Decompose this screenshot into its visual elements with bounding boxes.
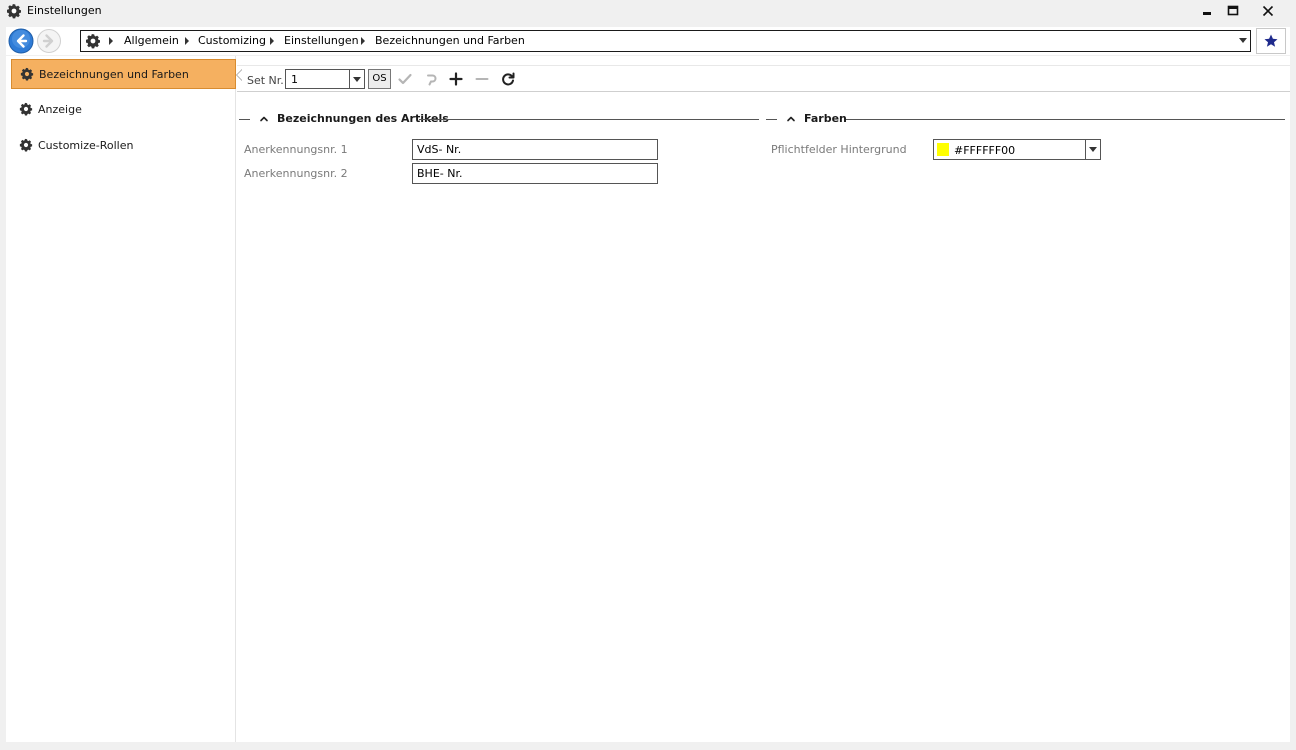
group-header-articles: Bezeichnungen des Artikels <box>239 111 759 127</box>
group-header-colors: Farben <box>766 111 1285 127</box>
toolbar: Set Nr. 1 OS <box>237 65 1290 92</box>
breadcrumb-item-customizing[interactable]: Customizing <box>198 34 266 47</box>
color-value: #FFFFFF00 <box>954 144 1016 157</box>
sidebar-item-label: Bezeichnungen und Farben <box>39 68 189 81</box>
maximize-button[interactable] <box>1218 0 1248 22</box>
gear-icon <box>20 67 34 81</box>
background-color-picker[interactable]: #FFFFFF00 <box>933 139 1101 160</box>
divider <box>419 119 759 120</box>
chevron-down-icon[interactable] <box>1239 38 1247 43</box>
sidebar-item-bezeichnungen-und-farben[interactable]: Bezeichnungen und Farben <box>11 59 242 89</box>
breadcrumb-item-allgemein[interactable]: Allgemein <box>124 34 179 47</box>
gear-icon <box>86 34 100 49</box>
back-button[interactable] <box>8 28 34 54</box>
anerkennungsnr-2-input[interactable] <box>412 163 658 184</box>
maximize-icon <box>1227 5 1239 16</box>
sidebar-item-label: Customize-Rollen <box>38 139 134 152</box>
main-panel: Bezeichnungen und Farben Anzeige Customi… <box>6 56 1290 742</box>
set-nr-label: Set Nr. <box>247 74 284 87</box>
close-icon <box>1262 5 1274 17</box>
set-nr-value: 1 <box>291 73 298 86</box>
forward-arrow-icon <box>37 29 61 53</box>
sidebar: Bezeichnungen und Farben Anzeige Customi… <box>6 56 242 742</box>
chevron-down-icon[interactable] <box>1085 140 1100 159</box>
color-swatch <box>937 143 949 156</box>
chevron-right-icon <box>185 37 189 45</box>
chevron-right-icon <box>109 37 113 45</box>
navigation-bar: Allgemein Customizing Einstellungen Beze… <box>6 27 1290 55</box>
field-label-pflichtfelder-hintergrund: Pflichtfelder Hintergrund <box>771 143 907 156</box>
star-icon <box>1264 34 1278 47</box>
window-title: Einstellungen <box>27 4 102 17</box>
sidebar-item-customize-rollen[interactable]: Customize-Rollen <box>11 130 236 160</box>
gear-icon <box>19 102 33 116</box>
anerkennungsnr-1-input[interactable] <box>412 139 658 160</box>
gear-icon <box>7 4 21 19</box>
chevron-up-icon[interactable] <box>259 114 269 124</box>
field-label-anerkennungsnr-2: Anerkennungsnr. 2 <box>244 167 348 180</box>
set-nr-select[interactable]: 1 <box>285 69 365 89</box>
chevron-up-icon[interactable] <box>786 114 796 124</box>
chevron-right-icon <box>270 37 274 45</box>
checkmark-icon[interactable] <box>397 71 413 87</box>
group-title: Farben <box>804 112 847 125</box>
undo-icon[interactable] <box>423 71 439 87</box>
favorite-button[interactable] <box>1256 28 1286 54</box>
back-arrow-icon <box>8 28 34 54</box>
plus-icon[interactable] <box>448 71 464 87</box>
gear-icon <box>19 138 33 152</box>
sidebar-item-anzeige[interactable]: Anzeige <box>11 94 236 124</box>
divider <box>766 119 777 120</box>
breadcrumb-item-einstellungen[interactable]: Einstellungen <box>284 34 359 47</box>
chevron-right-icon <box>361 37 365 45</box>
close-button[interactable] <box>1253 0 1283 22</box>
divider <box>846 119 1285 120</box>
forward-button[interactable] <box>36 28 62 54</box>
breadcrumb-item-current[interactable]: Bezeichnungen und Farben <box>375 34 525 47</box>
refresh-icon[interactable] <box>500 71 516 87</box>
minus-icon[interactable] <box>474 71 490 87</box>
title-bar: Einstellungen <box>0 0 1296 26</box>
breadcrumb[interactable]: Allgemein Customizing Einstellungen Beze… <box>80 30 1251 52</box>
chevron-down-icon[interactable] <box>349 70 364 88</box>
os-button[interactable]: OS <box>368 69 391 89</box>
minimize-icon <box>1203 12 1211 15</box>
field-label-anerkennungsnr-1: Anerkennungsnr. 1 <box>244 143 348 156</box>
sidebar-item-label: Anzeige <box>38 103 82 116</box>
divider <box>239 119 250 120</box>
